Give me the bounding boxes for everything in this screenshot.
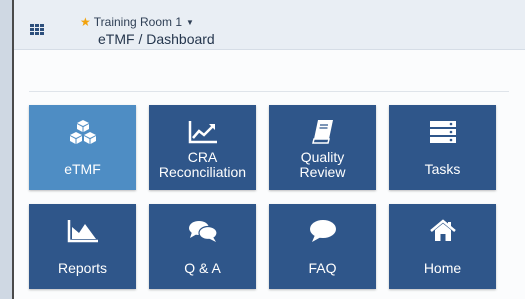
tile-quality-review[interactable]: Quality Review	[269, 105, 376, 190]
tile-label-line2: Reconciliation	[158, 164, 247, 180]
tile-reports[interactable]: Reports	[29, 204, 136, 289]
caret-down-icon: ▼	[186, 18, 194, 27]
tile-label: Home	[423, 260, 462, 276]
room-selector[interactable]: ★ Training Room 1 ▼	[80, 15, 194, 29]
tile-label-line1: CRA	[187, 149, 218, 165]
tile-etmf[interactable]: eTMF	[29, 105, 136, 190]
tile-label: FAQ	[308, 260, 337, 276]
tile-cra-reconciliation[interactable]: CRA Reconciliation	[149, 105, 256, 190]
app-frame: ★ Training Room 1 ▼ eTMF / Dashboard eTM…	[12, 0, 525, 299]
tile-label-line1: Quality	[300, 149, 345, 165]
cubes-icon	[68, 118, 98, 146]
comment-icon	[309, 217, 337, 245]
tile-home[interactable]: Home	[389, 204, 496, 289]
tile-label: CRA Reconciliation	[159, 150, 246, 180]
tasks-list-icon	[429, 118, 457, 146]
breadcrumb: eTMF / Dashboard	[98, 31, 215, 47]
tile-label: Quality Review	[300, 150, 346, 180]
area-chart-icon	[67, 217, 99, 245]
tile-label: Tasks	[424, 161, 461, 177]
tile-label-line2: Review	[299, 164, 346, 180]
star-icon: ★	[80, 15, 91, 29]
comments-icon	[188, 217, 218, 245]
tile-q-and-a[interactable]: Q & A	[149, 204, 256, 289]
tile-label: eTMF	[64, 161, 101, 177]
app-grid-icon[interactable]	[30, 24, 44, 35]
tile-label: Q & A	[184, 260, 221, 276]
book-icon	[311, 118, 335, 146]
divider	[29, 91, 509, 92]
line-chart-icon	[188, 118, 218, 146]
tile-label: Reports	[57, 260, 108, 276]
room-name: Training Room 1	[93, 15, 183, 29]
header-bar: ★ Training Room 1 ▼ eTMF / Dashboard	[14, 0, 525, 50]
home-icon	[429, 217, 457, 245]
tile-tasks[interactable]: Tasks	[389, 105, 496, 190]
tile-faq[interactable]: FAQ	[269, 204, 376, 289]
